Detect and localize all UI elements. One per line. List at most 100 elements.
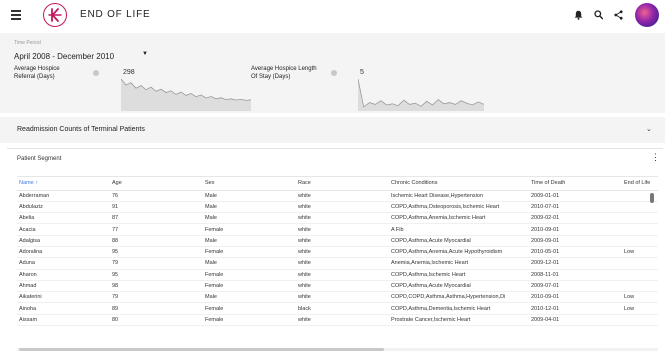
bell-icon[interactable]	[574, 10, 583, 20]
hospice-stay-sparkline	[358, 78, 484, 111]
cell-name: Acacia	[17, 223, 110, 236]
cell-time-of-death: 2009-02-01	[529, 212, 622, 225]
cell-race: white	[296, 212, 389, 225]
cell-chronic-conditions: COPD,COPD,Asthma,Asthma,Hypertension,Di	[389, 291, 529, 304]
hospice-referral-label: Average Hospice Referral (Days)	[14, 65, 60, 81]
chevron-down-icon[interactable]: ⌄	[646, 125, 652, 133]
table-row[interactable]: Adalgisa 88 Male white COPD,Asthma,Acute Myo…	[17, 235, 658, 247]
cell-sex: Male	[203, 291, 296, 304]
cell-age: 95	[110, 246, 203, 259]
cell-name: Abdulaziz	[17, 201, 110, 214]
time-period-select[interactable]: April 2008 - December 2010	[14, 52, 114, 61]
cell-end-of-life: Low	[622, 246, 658, 259]
cell-age: 88	[110, 235, 203, 247]
table-row[interactable]: Adoralina 95 Female white COPD,Asthma,Anemia…	[17, 246, 658, 259]
cell-name: Aissam	[17, 314, 110, 327]
info-icon[interactable]	[331, 70, 337, 76]
hospice-referral-value: 298	[123, 69, 135, 76]
stay-sparkline-line	[358, 78, 484, 108]
cell-time-of-death: 2009-12-01	[529, 257, 622, 270]
cell-time-of-death: 2009-01-01	[529, 190, 622, 202]
cell-race: white	[296, 257, 389, 270]
table-row[interactable]: Ahmad 98 Female white COPD,Asthma,Acute Myoc…	[17, 280, 658, 293]
cell-name: Abderraman	[17, 190, 110, 202]
cell-time-of-death: 2008-11-01	[529, 269, 622, 281]
cell-chronic-conditions: Ischemic Heart Disease,Hypertension	[389, 190, 529, 202]
logo-icon[interactable]	[43, 3, 67, 27]
cell-race: white	[296, 201, 389, 214]
cell-chronic-conditions: Prostrate Cancer,Ischemic Heart	[389, 314, 529, 327]
cell-name: Aharon	[17, 269, 110, 281]
cell-chronic-conditions: COPD,Asthma,Acute Myocardial	[389, 280, 529, 293]
readmission-title: Readmission Counts of Terminal Patients	[17, 126, 145, 133]
cell-time-of-death: 2009-04-01	[529, 314, 622, 327]
cell-time-of-death: 2010-09-01	[529, 291, 622, 304]
horizontal-scrollbar[interactable]	[19, 348, 384, 351]
table-row[interactable]: Aduna 79 Male white Anemia,Anemia,Ischemic H…	[17, 257, 658, 270]
table-row[interactable]: Abdulaziz 91 Male white COPD,Asthma,Osteopor…	[17, 201, 658, 214]
menu-icon[interactable]	[11, 10, 21, 20]
hospice-referral-sparkline	[121, 78, 251, 111]
cell-age: 95	[110, 269, 203, 281]
cell-age: 98	[110, 280, 203, 293]
cell-end-of-life	[622, 201, 658, 214]
cell-race: white	[296, 190, 389, 202]
table-row[interactable]: Acacia 77 Female white A Fib 2010-09-01	[17, 223, 658, 236]
hospice-referral-label-line2: Referral (Days)	[14, 74, 55, 80]
cell-sex: Male	[203, 212, 296, 225]
table-row[interactable]: Aharon 95 Female white COPD,Asthma,Ischemic …	[17, 269, 658, 281]
table-row[interactable]: Aikaterini 79 Male white COPD,COPD,Asthma,As…	[17, 291, 658, 304]
more-menu-icon[interactable]: ⋮	[651, 153, 660, 162]
column-header-time-of-death[interactable]: Time of Death	[529, 177, 622, 191]
cell-name: Ahmad	[17, 280, 110, 293]
app-title: END OF LIFE	[80, 9, 151, 20]
hospice-stay-label: Average Hospice Length Of Stay (Days)	[251, 65, 317, 81]
info-icon[interactable]	[93, 70, 99, 76]
cell-race: white	[296, 314, 389, 327]
cell-time-of-death: 2010-07-01	[529, 201, 622, 214]
hospice-stay-value: 5	[360, 69, 364, 76]
cell-race: white	[296, 269, 389, 281]
column-header-name[interactable]: Name ↑	[17, 177, 110, 191]
column-header-race[interactable]: Race	[296, 177, 389, 191]
search-icon[interactable]	[594, 10, 603, 20]
cell-race: white	[296, 280, 389, 293]
cell-time-of-death: 2010-05-01	[529, 246, 622, 259]
cell-end-of-life	[622, 235, 658, 247]
cell-sex: Female	[203, 302, 296, 315]
cell-chronic-conditions: Anemia,Anemia,Ischemic Heart	[389, 257, 529, 270]
cell-chronic-conditions: COPD,Asthma,Acute Myocardial	[389, 235, 529, 247]
patient-segment-title: Patient Segment	[17, 156, 62, 162]
cell-end-of-life	[622, 280, 658, 293]
cell-chronic-conditions: COPD,Asthma,Ischemic Heart	[389, 269, 529, 281]
cell-sex: Female	[203, 280, 296, 293]
cell-sex: Female	[203, 314, 296, 327]
vertical-scrollbar[interactable]	[650, 193, 654, 203]
table-row[interactable]: Aissam 80 Female white Prostrate Cancer,Isch…	[17, 314, 658, 327]
cell-sex: Female	[203, 246, 296, 259]
cell-end-of-life: Low	[622, 291, 658, 304]
time-period-label: Time Period	[14, 40, 41, 46]
column-header-sex[interactable]: Sex	[203, 177, 296, 191]
column-header-end-of-life[interactable]: End of Life	[622, 177, 658, 191]
hospice-referral-label-line1: Average Hospice	[14, 66, 60, 72]
table-row[interactable]: Abelia 87 Male white COPD,Asthma,Anemia,Isch…	[17, 212, 658, 225]
share-icon[interactable]	[614, 10, 623, 20]
cell-age: 87	[110, 212, 203, 225]
hospice-stay-label-line1: Average Hospice Length	[251, 66, 317, 72]
cell-end-of-life: Low	[622, 302, 658, 315]
column-header-age[interactable]: Age	[110, 177, 203, 191]
avatar[interactable]	[635, 3, 659, 27]
table-row[interactable]: Abderraman 76 Male white Ischemic Heart Dise…	[17, 190, 658, 202]
cell-sex: Female	[203, 269, 296, 281]
dropdown-caret-icon[interactable]: ▼	[142, 51, 148, 57]
cell-name: Ainoha	[17, 302, 110, 315]
column-header-chronic-conditions[interactable]: Chronic Conditions	[389, 177, 529, 191]
cell-name: Adoralina	[17, 246, 110, 259]
cell-sex: Male	[203, 235, 296, 247]
table-row[interactable]: Ainoha 89 Female black COPD,Asthma,Dementia,…	[17, 302, 658, 315]
cell-end-of-life	[622, 314, 658, 327]
cell-race: white	[296, 235, 389, 247]
cell-chronic-conditions: COPD,Asthma,Osteoporosis,Ischemic Heart	[389, 201, 529, 214]
cell-race: white	[296, 223, 389, 236]
